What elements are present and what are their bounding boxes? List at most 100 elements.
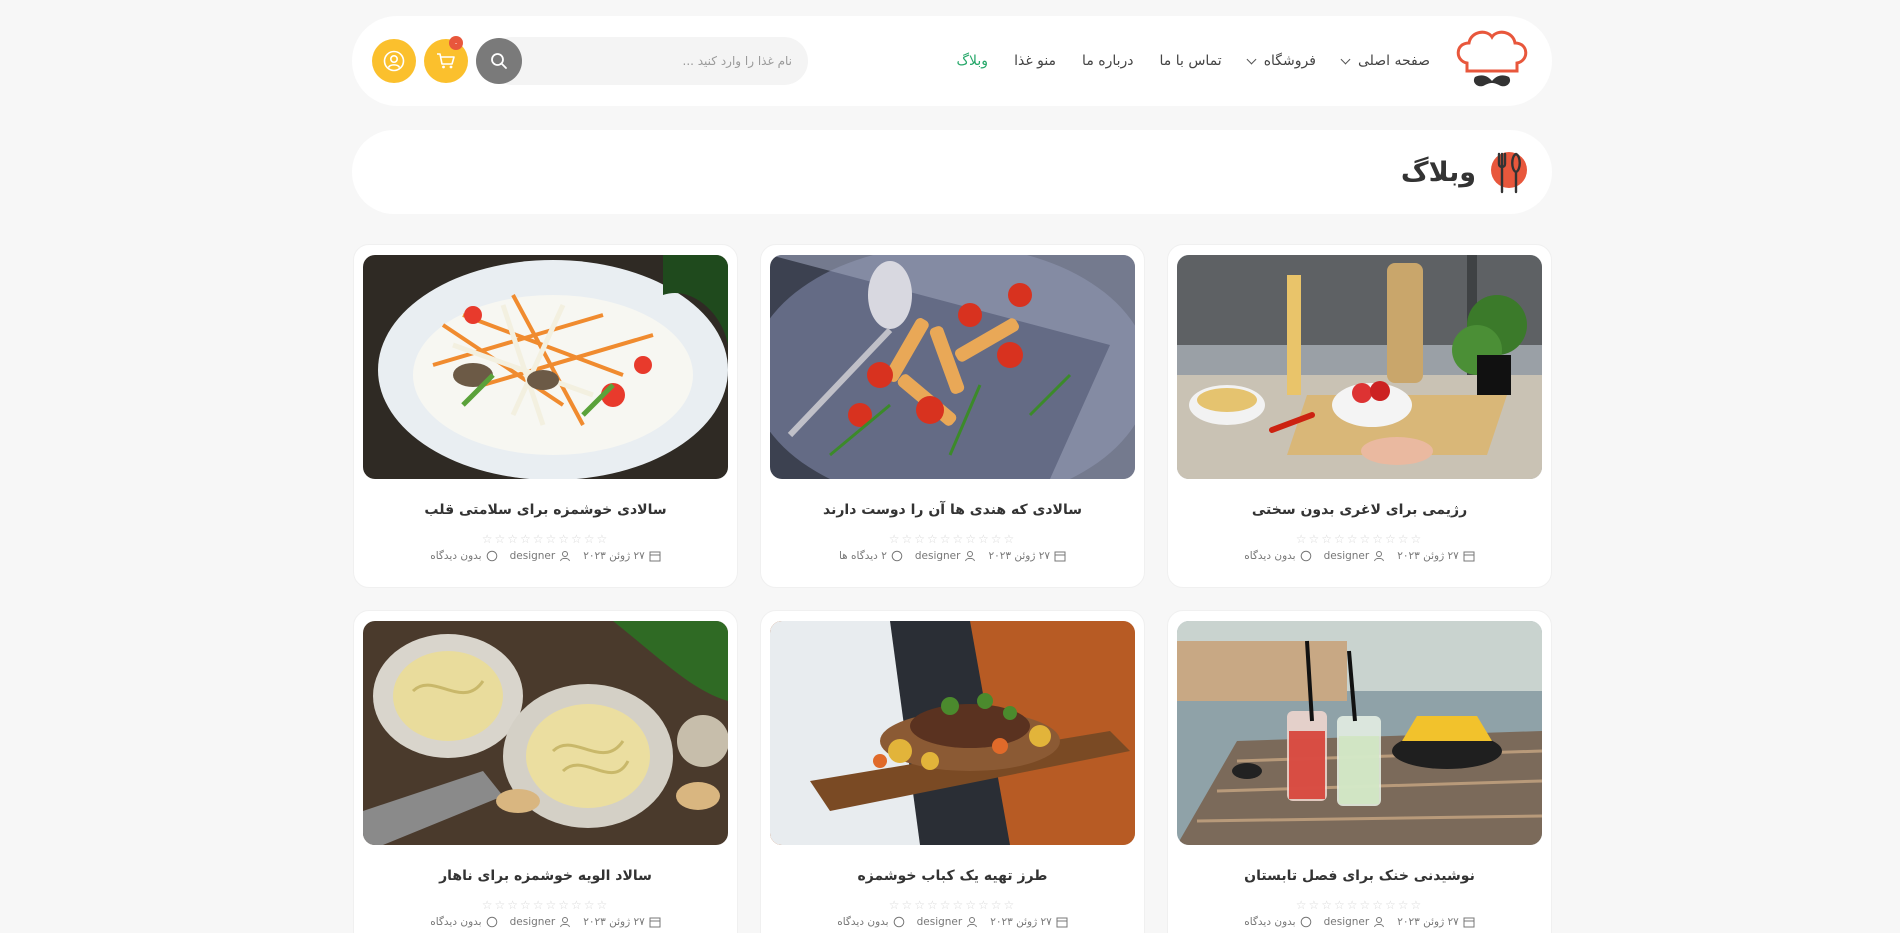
post-author-text: designer xyxy=(914,550,961,562)
post-date: ۲۷ ژوئن ۲۰۲۳ xyxy=(988,550,1066,562)
post-date: ۲۷ ژوئن ۲۰۲۳ xyxy=(1397,550,1475,562)
post-card[interactable]: رژیمی برای لاغری بدون سختی ☆☆☆☆☆☆☆☆☆☆ ۲۷… xyxy=(1167,244,1552,588)
cart-count-badge: ۰ xyxy=(449,36,463,50)
post-author[interactable]: designer xyxy=(1324,550,1386,562)
post-card[interactable]: طرز تهیه یک کباب خوشمزه ☆☆☆☆☆☆☆☆☆☆ ۲۷ ژو… xyxy=(760,610,1145,933)
nav-home[interactable]: صفحه اصلی xyxy=(1340,53,1430,69)
post-image[interactable] xyxy=(770,621,1135,845)
post-meta: ۲۷ ژوئن ۲۰۲۳ designer بدون دیدگاه xyxy=(1244,550,1475,562)
calendar-icon xyxy=(1054,551,1066,562)
fork-spoon-icon xyxy=(1488,147,1530,197)
search-area: ۰ xyxy=(372,36,808,85)
post-comments[interactable]: بدون دیدگاه xyxy=(837,916,904,928)
page-title: وبلاگ xyxy=(1400,156,1476,188)
nav-shop[interactable]: فروشگاه xyxy=(1246,53,1316,69)
post-date-text: ۲۷ ژوئن ۲۰۲۳ xyxy=(988,550,1051,562)
post-meta: ۲۷ ژوئن ۲۰۲۳ designer بدون دیدگاه xyxy=(430,916,661,928)
comment-icon xyxy=(486,550,497,562)
calendar-icon xyxy=(649,917,661,928)
comment-icon xyxy=(893,916,904,928)
post-date-text: ۲۷ ژوئن ۲۰۲۳ xyxy=(583,550,645,562)
post-comments-text: بدون دیدگاه xyxy=(430,916,482,928)
post-author-text: designer xyxy=(509,550,556,562)
post-card[interactable]: نوشیدنی خنک برای فصل تابستان ☆☆☆☆☆☆☆☆☆☆ … xyxy=(1167,610,1552,933)
post-date: ۲۷ ژوئن ۲۰۲۳ xyxy=(1397,916,1475,928)
chef-logo[interactable] xyxy=(1452,26,1532,96)
post-title[interactable]: طرز تهیه یک کباب خوشمزه xyxy=(858,868,1048,884)
nav-about-label: درباره ما xyxy=(1082,53,1134,69)
blog-post-grid: رژیمی برای لاغری بدون سختی ☆☆☆☆☆☆☆☆☆☆ ۲۷… xyxy=(352,244,1552,933)
nav-food-menu-label: منو غذا xyxy=(1014,53,1057,69)
nav-about[interactable]: درباره ما xyxy=(1082,53,1133,69)
calendar-icon xyxy=(1463,551,1475,562)
main-nav: صفحه اصلی فروشگاه تماس با ما درباره ما م… xyxy=(931,53,1430,69)
post-date-text: ۲۷ ژوئن ۲۰۲۳ xyxy=(583,916,645,928)
post-comments[interactable]: بدون دیدگاه xyxy=(1244,916,1311,928)
post-card[interactable]: سالاد الویه خوشمزه برای ناهار ☆☆☆☆☆☆☆☆☆☆… xyxy=(353,610,738,933)
post-date: ۲۷ ژوئن ۲۰۲۳ xyxy=(583,916,661,928)
post-comments-text: بدون دیدگاه xyxy=(1244,916,1296,928)
post-image[interactable] xyxy=(363,255,728,479)
post-date-text: ۲۷ ژوئن ۲۰۲۳ xyxy=(990,916,1052,928)
post-comments[interactable]: بدون دیدگاه xyxy=(430,550,497,562)
account-button[interactable] xyxy=(372,39,416,83)
search-icon xyxy=(491,53,507,69)
rating-stars: ☆☆☆☆☆☆☆☆☆☆ xyxy=(481,898,610,912)
nav-contact[interactable]: تماس با ما xyxy=(1160,53,1222,69)
chevron-down-icon xyxy=(1246,54,1257,64)
nav-blog[interactable]: وبلاگ xyxy=(957,53,989,69)
post-date: ۲۷ ژوئن ۲۰۲۳ xyxy=(583,550,661,562)
nav-shop-label: فروشگاه xyxy=(1263,53,1316,69)
post-author-text: designer xyxy=(509,916,556,928)
post-comments-text: بدون دیدگاه xyxy=(430,550,482,562)
rating-stars: ☆☆☆☆☆☆☆☆☆☆ xyxy=(481,532,610,546)
page-title-bar: وبلاگ xyxy=(352,130,1552,214)
post-date-text: ۲۷ ژوئن ۲۰۲۳ xyxy=(1397,916,1459,928)
post-image[interactable] xyxy=(770,255,1135,479)
post-meta: ۲۷ ژوئن ۲۰۲۳ designer بدون دیدگاه xyxy=(430,550,661,562)
post-author[interactable]: designer xyxy=(510,550,572,562)
post-image[interactable] xyxy=(363,621,728,845)
search-input[interactable] xyxy=(488,37,808,85)
post-title[interactable]: سالاد الویه خوشمزه برای ناهار xyxy=(439,868,652,884)
user-icon xyxy=(1374,917,1385,928)
user-icon xyxy=(965,551,976,562)
post-title[interactable]: رژیمی برای لاغری بدون سختی xyxy=(1252,502,1467,518)
user-icon xyxy=(383,50,405,72)
nav-blog-label: وبلاگ xyxy=(956,53,989,69)
post-author[interactable]: designer xyxy=(1324,916,1386,928)
post-comments-text: بدون دیدگاه xyxy=(1244,550,1296,562)
post-author-text: designer xyxy=(916,916,963,928)
user-icon xyxy=(560,917,571,928)
post-author-text: designer xyxy=(1323,916,1370,928)
post-title[interactable]: نوشیدنی خنک برای فصل تابستان xyxy=(1244,868,1475,884)
calendar-icon xyxy=(1056,917,1068,928)
post-comments-text: ۲ دیدگاه ها xyxy=(838,550,887,562)
post-comments[interactable]: بدون دیدگاه xyxy=(430,916,497,928)
post-author[interactable]: designer xyxy=(915,550,977,562)
post-date: ۲۷ ژوئن ۲۰۲۳ xyxy=(990,916,1068,928)
comment-icon xyxy=(1300,550,1311,562)
post-card[interactable]: سالادی خوشمزه برای سلامتی قلب ☆☆☆☆☆☆☆☆☆☆… xyxy=(353,244,738,588)
post-image[interactable] xyxy=(1177,621,1542,845)
chevron-down-icon xyxy=(1340,54,1351,64)
cart-button[interactable]: ۰ xyxy=(424,36,468,83)
post-title[interactable]: سالادی که هندی ها آن را دوست دارند xyxy=(823,502,1082,518)
post-meta: ۲۷ ژوئن ۲۰۲۳ designer ۲ دیدگاه ها xyxy=(839,550,1066,562)
post-author[interactable]: designer xyxy=(917,916,979,928)
post-date-text: ۲۷ ژوئن ۲۰۲۳ xyxy=(1397,550,1459,562)
post-comments-text: بدون دیدگاه xyxy=(837,916,889,928)
post-image[interactable] xyxy=(1177,255,1542,479)
post-comments[interactable]: بدون دیدگاه xyxy=(1244,550,1311,562)
rating-stars: ☆☆☆☆☆☆☆☆☆☆ xyxy=(888,898,1017,912)
nav-contact-label: تماس با ما xyxy=(1159,53,1222,69)
post-card[interactable]: سالادی که هندی ها آن را دوست دارند ☆☆☆☆☆… xyxy=(760,244,1145,588)
post-author[interactable]: designer xyxy=(510,916,572,928)
post-title[interactable]: سالادی خوشمزه برای سلامتی قلب xyxy=(424,502,666,518)
post-meta: ۲۷ ژوئن ۲۰۲۳ designer بدون دیدگاه xyxy=(1244,916,1475,928)
nav-food-menu[interactable]: منو غذا xyxy=(1014,53,1056,69)
comment-icon xyxy=(1300,916,1311,928)
calendar-icon xyxy=(1463,917,1475,928)
search-button[interactable] xyxy=(476,38,522,84)
post-comments[interactable]: ۲ دیدگاه ها xyxy=(839,550,903,562)
